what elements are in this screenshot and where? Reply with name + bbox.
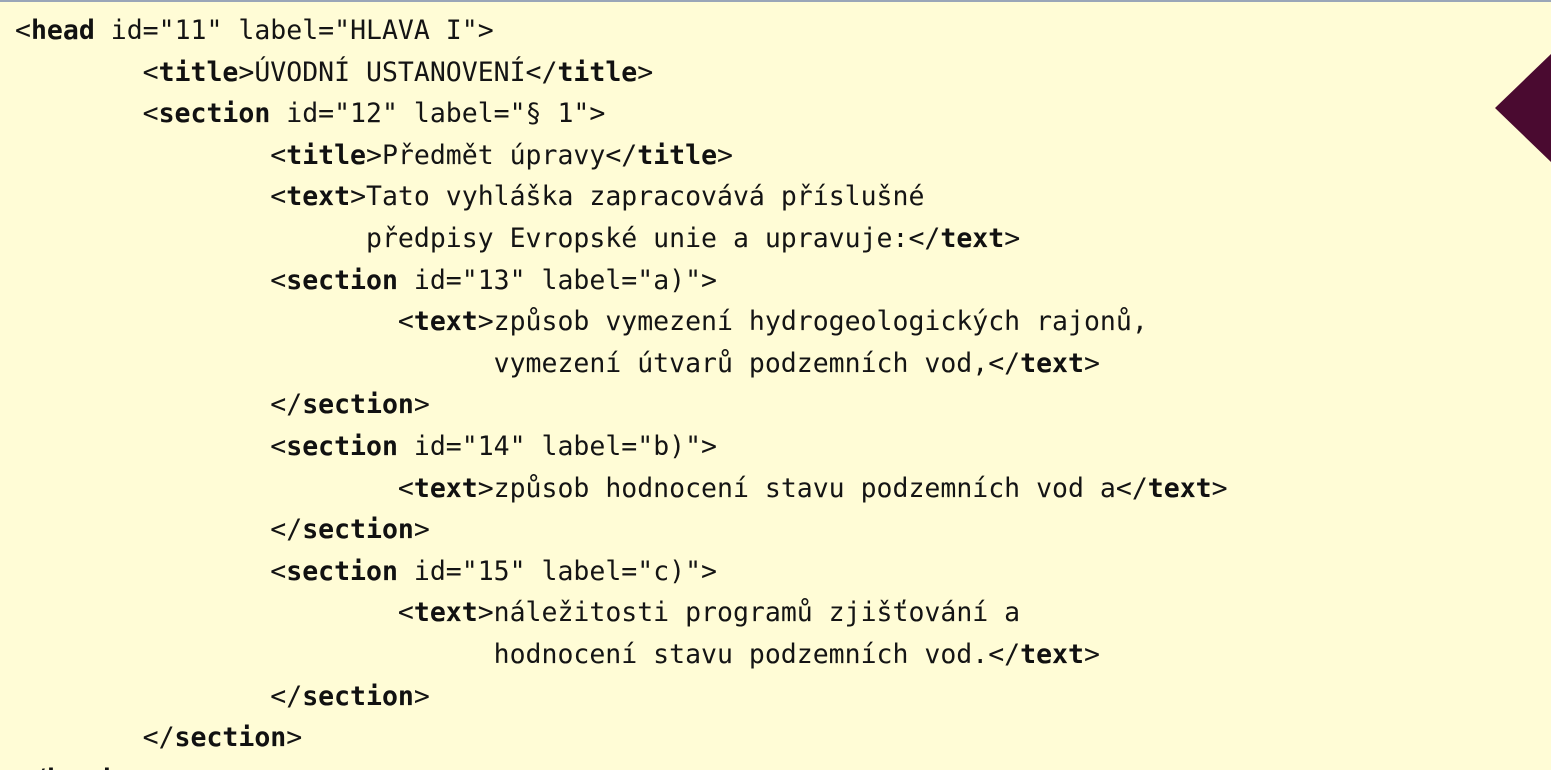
code-line: vymezení útvarů podzemních vod,</text>	[15, 343, 1228, 385]
code-text: id="14" label="b)">	[397, 430, 718, 462]
tag-name: section	[302, 514, 414, 546]
code-text: </	[15, 680, 303, 712]
code-text: >	[1083, 347, 1100, 379]
code-text: <	[15, 472, 414, 504]
code-text: >	[637, 56, 654, 88]
tag-name: section	[302, 389, 414, 421]
code-text: >způsob vymezení hydrogeologických rajon…	[477, 306, 1148, 338]
code-line: <section id="13" label="a)">	[15, 260, 1228, 302]
code-line: </head>	[15, 759, 1228, 770]
tag-name: text	[1020, 347, 1084, 379]
tag-name: head	[30, 15, 95, 46]
code-text: >	[413, 389, 430, 421]
code-text: >ÚVODNÍ USTANOVENÍ</	[238, 56, 558, 88]
tag-name: text	[1147, 472, 1212, 504]
code-line: <text>náležitosti programů zjišťování a	[15, 592, 1228, 634]
code-line: <title>ÚVODNÍ USTANOVENÍ</title>	[15, 52, 1228, 94]
tag-name: section	[174, 722, 287, 754]
code-text: >	[1083, 638, 1100, 670]
code-text: <	[15, 306, 414, 338]
tag-name: section	[158, 98, 271, 130]
code-text: >	[1211, 472, 1228, 504]
tag-name: text	[286, 181, 351, 213]
code-text: id="15" label="c)">	[397, 555, 718, 587]
code-text: >	[111, 764, 127, 770]
code-line: <title>Předmět úpravy</title>	[15, 135, 1228, 177]
tag-name: title	[637, 139, 718, 171]
code-text: </	[15, 514, 303, 546]
code-text: >způsob hodnocení stavu podzemních vod a…	[477, 472, 1148, 504]
code-line: předpisy Evropské unie a upravuje:</text…	[15, 218, 1228, 260]
xml-source: <head id="11" label="HLAVA I"> <title>ÚV…	[15, 10, 1228, 770]
code-text: <	[15, 430, 287, 462]
code-text: <	[15, 555, 287, 587]
tag-name: text	[1020, 638, 1084, 670]
code-text: id="11" label="HLAVA I">	[94, 15, 494, 46]
code-line: </section>	[15, 717, 1228, 759]
code-line: <section id="14" label="b)">	[15, 426, 1228, 468]
code-text: <	[15, 181, 287, 213]
code-text: </	[15, 389, 303, 421]
tag-name: text	[413, 472, 478, 504]
code-line: <text>způsob vymezení hydrogeologických …	[15, 301, 1228, 343]
code-line: </section>	[15, 509, 1228, 551]
tag-name: section	[286, 264, 398, 296]
code-text: <	[15, 15, 31, 46]
tag-name: text	[413, 597, 478, 629]
code-text: <	[15, 264, 287, 296]
code-text: </	[15, 764, 47, 770]
code-line: <text>způsob hodnocení stavu podzemních …	[15, 468, 1228, 510]
triangle-left-icon[interactable]	[1495, 54, 1551, 162]
code-line: <text>Tato vyhláška zapracovává příslušn…	[15, 176, 1228, 218]
code-text: </	[15, 722, 175, 754]
tag-name: title	[557, 56, 638, 88]
tag-name: text	[413, 306, 478, 338]
code-line: <head id="11" label="HLAVA I">	[15, 10, 1228, 52]
code-text: id="12" label="§ 1">	[270, 98, 606, 130]
code-text: >Tato vyhláška zapracovává příslušné	[350, 181, 925, 213]
code-text: >	[286, 722, 303, 754]
code-text: >Předmět úpravy</	[366, 139, 638, 171]
code-text: <	[15, 98, 159, 130]
code-text: hodnocení stavu podzemních vod.</	[15, 638, 1021, 670]
code-text: <	[15, 56, 159, 88]
code-text: <	[15, 139, 287, 171]
tag-name: head	[47, 764, 111, 770]
code-text: >náležitosti programů zjišťování a	[477, 597, 1021, 629]
tag-name: text	[940, 222, 1005, 254]
code-text: <	[15, 597, 414, 629]
tag-name: section	[286, 555, 398, 587]
code-line: <section id="12" label="§ 1">	[15, 93, 1228, 135]
code-line: hodnocení stavu podzemních vod.</text>	[15, 634, 1228, 676]
tag-name: title	[158, 56, 239, 88]
code-text: >	[413, 514, 430, 546]
code-line: <section id="15" label="c)">	[15, 551, 1228, 593]
code-text: >	[1004, 222, 1021, 254]
tag-name: section	[286, 430, 398, 462]
code-text: >	[413, 680, 430, 712]
code-text: id="13" label="a)">	[397, 264, 718, 296]
code-text: >	[717, 139, 733, 171]
code-text: předpisy Evropské unie a upravuje:</	[15, 222, 941, 254]
tag-name: section	[302, 680, 414, 712]
code-line: </section>	[15, 384, 1228, 426]
tag-name: title	[286, 139, 367, 171]
code-line: </section>	[15, 676, 1228, 718]
code-text: vymezení útvarů podzemních vod,</	[15, 347, 1021, 379]
xml-viewer: <head id="11" label="HLAVA I"> <title>ÚV…	[0, 0, 1551, 770]
